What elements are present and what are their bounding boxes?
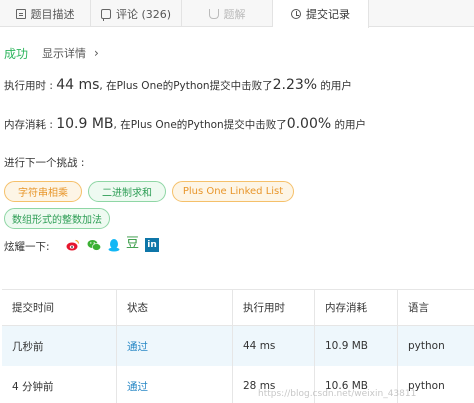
tab-comments[interactable]: 评论 (326) xyxy=(91,0,182,27)
flask-icon xyxy=(208,8,219,19)
tab-solutions[interactable]: 题解 xyxy=(182,0,273,27)
runtime-summary: 执行用时 : 44 ms, 在Plus One的Python提交中击败了2.23… xyxy=(4,77,352,93)
runtime-label: 执行用时 : xyxy=(4,80,57,92)
memory-value: 10.9 MB xyxy=(56,116,114,132)
linkedin-icon[interactable]: in xyxy=(145,238,159,252)
memory-percent: 0.00% xyxy=(286,116,332,132)
runtime-tail: 的用户 xyxy=(317,80,352,92)
tab-submissions[interactable]: 提交记录 xyxy=(273,0,369,28)
next-challenge-label: 进行下一个挑战 : xyxy=(4,157,85,169)
memory-summary: 内存消耗 : 10.9 MB, 在Plus One的Python提交中击败了0.… xyxy=(4,116,366,132)
runtime-mid: , 在Plus One的Python提交中击败了 xyxy=(99,80,273,92)
submission-status-link[interactable]: 通过 xyxy=(127,339,148,354)
result-status-row: 成功 显示详情 › xyxy=(4,45,99,61)
comment-icon xyxy=(100,8,111,21)
wechat-icon[interactable] xyxy=(87,238,101,252)
column-header: 语言 xyxy=(408,302,429,314)
status-success: 成功 xyxy=(4,46,29,61)
column-header: 内存消耗 xyxy=(315,290,398,325)
clock-icon xyxy=(291,9,301,19)
challenge-pill[interactable]: 二进制求和 xyxy=(88,181,166,202)
submission-status-cell: 通过 xyxy=(117,326,233,366)
submission-status-cell: 通过 xyxy=(117,366,233,403)
watermark: https://blog.csdn.net/weixin_43811 xyxy=(258,389,417,399)
submission-language: python xyxy=(408,340,445,352)
column-header: 状态 xyxy=(117,290,233,325)
memory-tail: 的用户 xyxy=(331,119,367,131)
submission-time: 几秒前 xyxy=(2,326,117,366)
runtime-value: 44 ms xyxy=(56,77,100,93)
table-header-row: 提交时间 状态 执行用时 内存消耗 语言 xyxy=(2,290,474,326)
tab-label: 评论 (326) xyxy=(115,7,172,21)
submission-time: 4 分钟前 xyxy=(2,366,117,403)
runtime-percent: 2.23% xyxy=(272,77,318,93)
douban-icon[interactable]: 豆 xyxy=(126,237,140,251)
column-header: 提交时间 xyxy=(2,290,117,325)
memory-label: 内存消耗 : xyxy=(4,119,57,131)
tab-label: 题解 xyxy=(223,7,246,21)
tab-bar: 题目描述 评论 (326) 题解 提交记录 xyxy=(0,0,474,28)
tab-label: 提交记录 xyxy=(306,8,350,21)
qq-icon[interactable] xyxy=(107,238,121,252)
chevron-right-icon[interactable]: › xyxy=(94,46,99,60)
share-label: 炫耀一下: xyxy=(4,241,50,253)
memory-mid: , 在Plus One的Python提交中击败了 xyxy=(113,119,287,131)
weibo-icon[interactable] xyxy=(66,238,80,252)
challenge-pill[interactable]: 字符串相乘 xyxy=(4,181,82,202)
show-details-link[interactable]: 显示详情 xyxy=(42,45,86,61)
tab-problem-description[interactable]: 题目描述 xyxy=(0,0,91,27)
tab-label: 题目描述 xyxy=(30,7,75,21)
submissions-table: 提交时间 状态 执行用时 内存消耗 语言 几秒前 通过 44 ms 10.9 M… xyxy=(2,289,474,403)
table-row[interactable]: 几秒前 通过 44 ms 10.9 MB python xyxy=(2,326,474,366)
challenge-pill[interactable]: 数组形式的整数加法 xyxy=(4,208,110,229)
challenge-pill[interactable]: Plus One Linked List xyxy=(172,181,294,202)
submission-runtime: 44 ms xyxy=(233,326,315,366)
document-icon xyxy=(15,8,26,19)
submission-status-link[interactable]: 通过 xyxy=(127,379,148,394)
column-header: 执行用时 xyxy=(233,290,315,325)
submission-memory: 10.9 MB xyxy=(315,326,398,366)
